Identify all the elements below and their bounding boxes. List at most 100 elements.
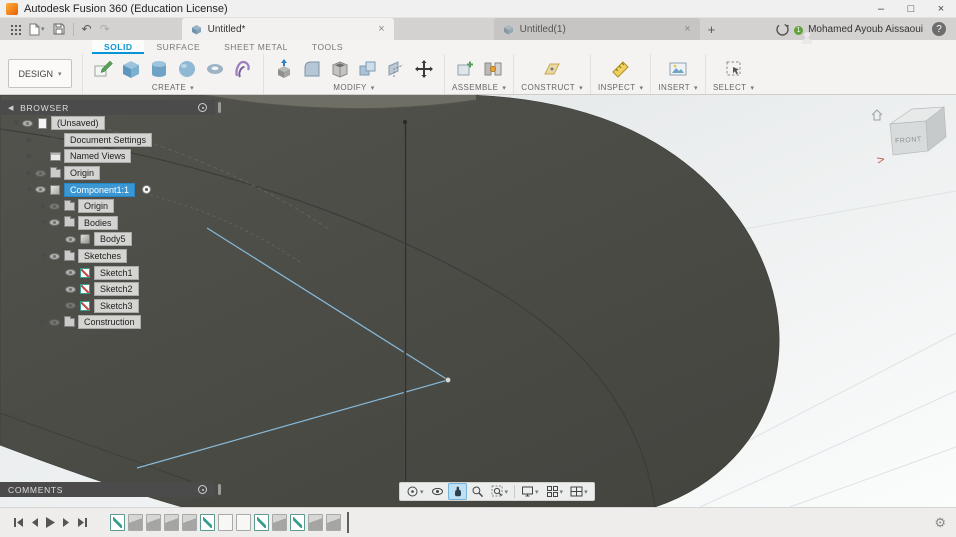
node-label[interactable]: Origin	[64, 166, 101, 181]
tab-sheet-metal[interactable]: SHEET METAL	[212, 40, 300, 54]
browser-node-root[interactable]: (Unsaved)	[0, 115, 230, 132]
timeline-feature-extrude[interactable]	[146, 514, 161, 531]
timeline-feature-construct[interactable]	[218, 514, 233, 531]
insert-canvas-button[interactable]	[665, 57, 691, 81]
browser-options-icon[interactable]	[198, 103, 207, 112]
move-copy-button[interactable]	[411, 57, 437, 81]
torus-primitive-button[interactable]	[202, 57, 228, 81]
visibility-eye-icon[interactable]	[49, 202, 60, 210]
browser-node-sketch3[interactable]: Sketch3	[0, 298, 230, 315]
expand-arrow-icon[interactable]	[41, 319, 46, 326]
joint-button[interactable]	[480, 57, 506, 81]
undo-button[interactable]: ↶	[82, 23, 92, 35]
viewports-button[interactable]: ▾	[567, 483, 591, 500]
node-label[interactable]: (Unsaved)	[51, 116, 105, 131]
visibility-eye-icon[interactable]	[35, 169, 46, 177]
timeline-step-back-button[interactable]	[26, 514, 42, 532]
measure-button[interactable]	[608, 57, 634, 81]
visibility-eye-icon[interactable]	[65, 235, 76, 243]
browser-resize-handle[interactable]	[218, 102, 221, 113]
insert-dropdown[interactable]: INSERT ▾	[658, 83, 698, 92]
node-label[interactable]: Sketch1	[94, 265, 139, 280]
grid-snaps-button[interactable]: ▾	[543, 483, 567, 500]
timeline-go-to-start-button[interactable]	[10, 514, 26, 532]
cylinder-primitive-button[interactable]	[146, 57, 172, 81]
browser-node-named-views[interactable]: Named Views	[0, 148, 230, 165]
collapse-browser-icon[interactable]: ◀	[8, 104, 14, 112]
help-button[interactable]: ?	[932, 22, 946, 36]
timeline-feature-sketch[interactable]	[254, 514, 269, 531]
browser-node-bodies[interactable]: Bodies	[0, 215, 230, 232]
timeline-feature-extrude[interactable]	[326, 514, 341, 531]
expand-arrow-icon[interactable]	[13, 120, 20, 126]
expand-arrow-icon[interactable]	[27, 170, 32, 177]
timeline-feature-extrude[interactable]	[164, 514, 179, 531]
create-dropdown[interactable]: CREATE ▾	[152, 83, 194, 92]
browser-header[interactable]: ◀ BROWSER	[0, 100, 215, 115]
visibility-eye-icon[interactable]	[49, 219, 60, 227]
timeline-step-forward-button[interactable]	[58, 514, 74, 532]
comments-options-icon[interactable]	[198, 485, 207, 494]
expand-arrow-icon[interactable]	[27, 136, 32, 143]
visibility-eye-icon[interactable]	[49, 252, 60, 260]
timeline-settings-gear-icon[interactable]: ⚙	[934, 515, 946, 531]
select-button[interactable]	[721, 57, 747, 81]
shell-button[interactable]	[327, 57, 353, 81]
inspect-dropdown[interactable]: INSPECT ▾	[598, 83, 643, 92]
tab-untitled-1[interactable]: Untitled(1) ×	[493, 18, 700, 40]
orbit-button[interactable]: ▾	[403, 483, 427, 500]
browser-node-construction[interactable]: Construction	[0, 314, 230, 331]
file-menu-button[interactable]: ▾	[29, 23, 45, 36]
timeline-feature-extrude[interactable]	[182, 514, 197, 531]
browser-node-body5[interactable]: Body5	[0, 231, 230, 248]
timeline-position-marker[interactable]	[347, 512, 349, 533]
design-workspace-button[interactable]: DESIGN ▾	[8, 59, 72, 88]
app-grid-icon[interactable]	[10, 23, 21, 35]
pan-button[interactable]	[447, 483, 467, 500]
timeline-feature-sketch[interactable]	[290, 514, 305, 531]
save-icon[interactable]	[53, 23, 65, 35]
node-label[interactable]: Sketch2	[94, 282, 139, 297]
combine-button[interactable]	[355, 57, 381, 81]
visibility-eye-icon[interactable]	[65, 269, 76, 277]
construction-plane-button[interactable]	[539, 57, 565, 81]
zoom-window-button[interactable]: ▾	[488, 483, 512, 500]
node-label[interactable]: Origin	[78, 199, 115, 214]
timeline-feature-extrude[interactable]	[128, 514, 143, 531]
visibility-eye-icon[interactable]	[22, 119, 33, 127]
timeline-feature-sketch[interactable]	[110, 514, 125, 531]
node-label[interactable]: Construction	[78, 315, 141, 330]
box-primitive-button[interactable]	[118, 57, 144, 81]
fillet-button[interactable]	[299, 57, 325, 81]
browser-node-sketches[interactable]: Sketches	[0, 248, 230, 265]
look-at-button[interactable]	[428, 483, 447, 500]
construct-dropdown[interactable]: CONSTRUCT ▾	[521, 83, 583, 92]
visibility-eye-icon[interactable]	[35, 186, 46, 194]
timeline-play-button[interactable]	[42, 514, 58, 532]
comments-header[interactable]: COMMENTS	[0, 482, 215, 497]
node-label[interactable]: Sketch3	[94, 298, 139, 313]
browser-node-origin-child[interactable]: Origin	[0, 198, 230, 215]
timeline-feature-sketch[interactable]	[200, 514, 215, 531]
assemble-dropdown[interactable]: ASSEMBLE ▾	[452, 83, 506, 92]
zoom-button[interactable]	[468, 483, 487, 500]
comments-resize-handle[interactable]	[218, 484, 221, 495]
activate-component-radio[interactable]	[142, 185, 152, 195]
display-settings-button[interactable]: ▾	[518, 483, 542, 500]
browser-node-component1[interactable]: Component1:1	[0, 181, 230, 198]
job-status-icon[interactable]	[775, 22, 790, 37]
press-pull-button[interactable]	[271, 57, 297, 81]
modify-dropdown[interactable]: MODIFY ▾	[333, 83, 374, 92]
minimize-button[interactable]: –	[866, 0, 896, 17]
visibility-eye-icon[interactable]	[65, 302, 76, 310]
expand-arrow-icon[interactable]	[41, 203, 46, 210]
visibility-eye-icon[interactable]	[65, 285, 76, 293]
expand-arrow-icon[interactable]	[40, 253, 47, 259]
node-label[interactable]: Document Settings	[64, 132, 153, 147]
node-label[interactable]: Component1:1	[64, 182, 136, 197]
sketch-point[interactable]	[444, 376, 451, 383]
expand-arrow-icon[interactable]	[27, 153, 32, 160]
timeline-feature-extrude[interactable]	[308, 514, 323, 531]
node-label[interactable]: Sketches	[78, 249, 128, 264]
new-component-button[interactable]	[452, 57, 478, 81]
